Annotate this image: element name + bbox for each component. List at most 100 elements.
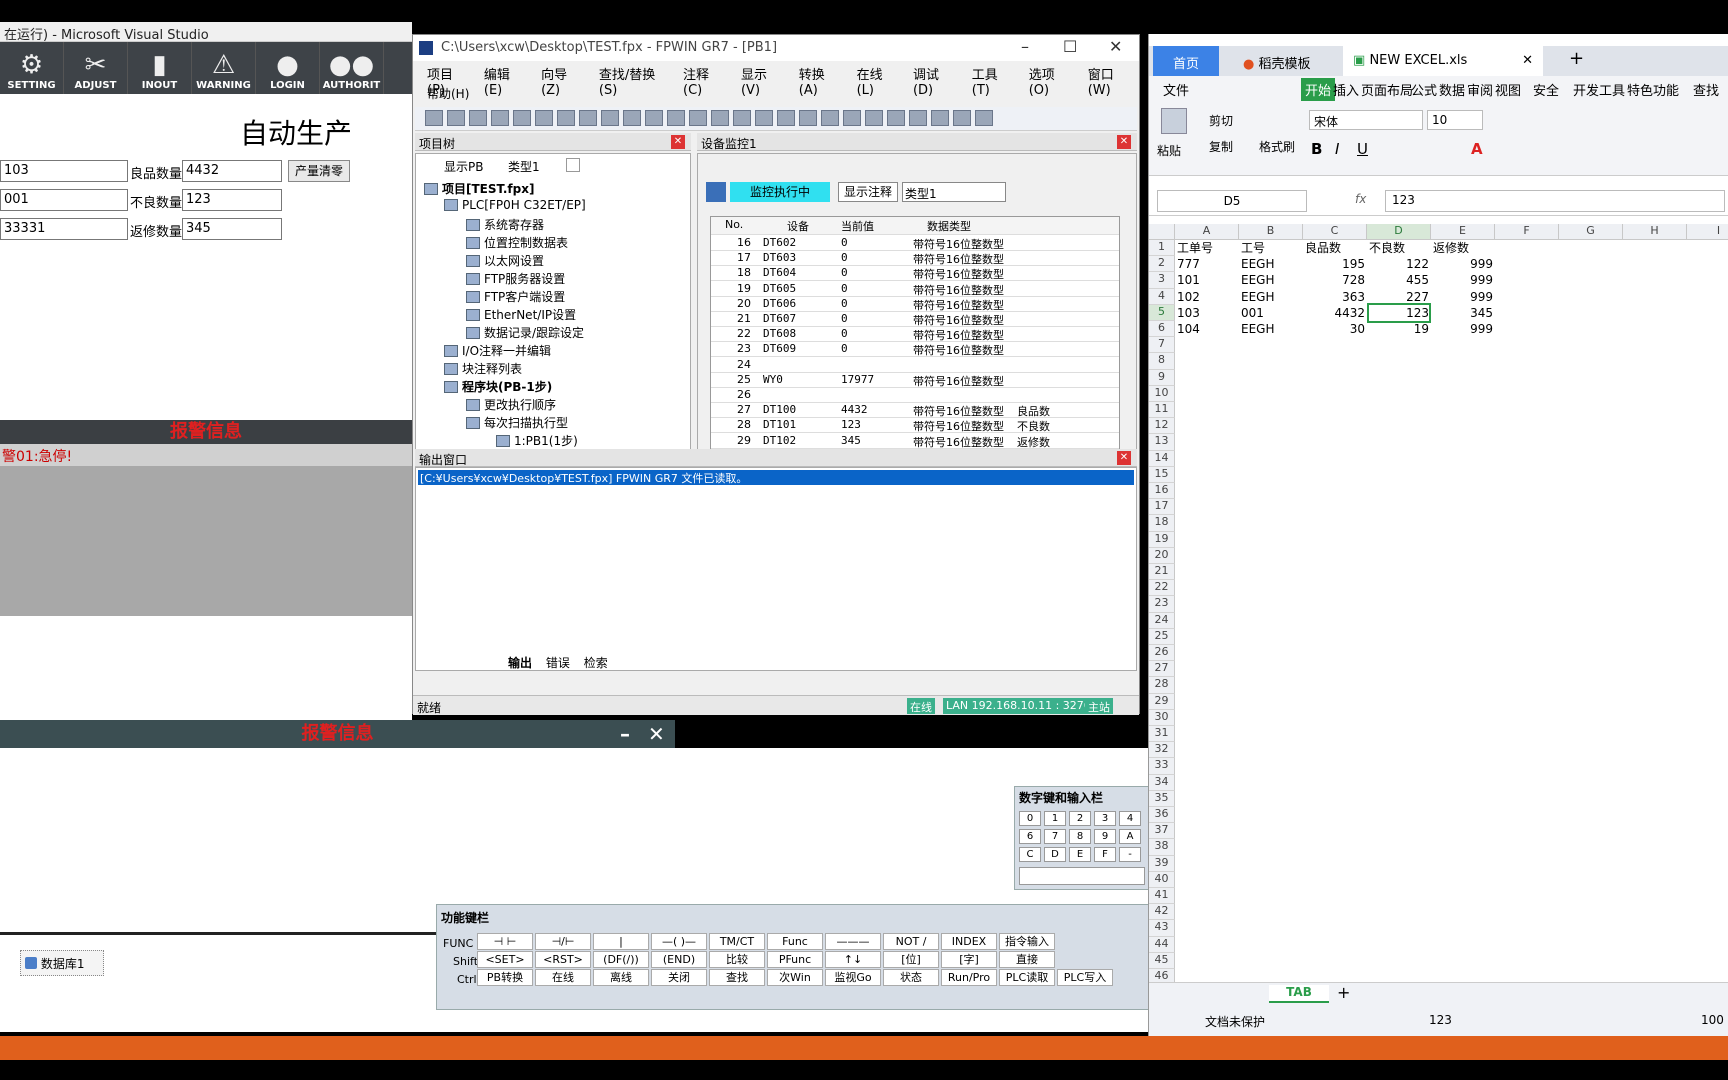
function-key-row2-3[interactable]: (END)	[651, 951, 707, 968]
minimize-icon[interactable]: –	[1021, 37, 1029, 56]
cell[interactable]: 102	[1177, 289, 1237, 305]
list-icon[interactable]	[711, 110, 729, 126]
row-header[interactable]: 41	[1149, 888, 1175, 905]
font-size-select[interactable]: 10	[1427, 110, 1483, 130]
cell[interactable]: 001	[1241, 305, 1301, 321]
worker-no-field[interactable]: 001	[0, 189, 128, 211]
cell[interactable]: 728	[1305, 272, 1365, 288]
key-3[interactable]: 3	[1094, 811, 1116, 826]
key-4[interactable]: 4	[1119, 811, 1141, 826]
cell[interactable]: 19	[1369, 321, 1429, 337]
tree-type[interactable]: 类型1	[508, 158, 540, 175]
cell[interactable]: 999	[1433, 321, 1493, 337]
redo-icon[interactable]	[535, 110, 553, 126]
row-header[interactable]: 10	[1149, 385, 1175, 402]
function-key-row3-10[interactable]: PLC写入	[1057, 969, 1113, 986]
dropdown-icon[interactable]	[975, 110, 993, 126]
bad-count-field[interactable]: 123	[182, 189, 282, 211]
function-key-row3-8[interactable]: Run/Pro	[941, 969, 997, 986]
row-header[interactable]: 35	[1149, 790, 1175, 807]
wrench-icon[interactable]	[909, 110, 927, 126]
function-key-row2-1[interactable]: <RST>	[535, 951, 591, 968]
maximize-icon[interactable]: ☐	[1063, 37, 1077, 56]
row-header[interactable]: 15	[1149, 466, 1175, 483]
database-component[interactable]: 数据库1	[20, 950, 104, 976]
menu-review[interactable]: 审阅	[1467, 80, 1493, 99]
menu-insert[interactable]: 插入	[1333, 80, 1359, 99]
cell[interactable]: 227	[1369, 289, 1429, 305]
close-icon[interactable]: ✕	[1117, 451, 1131, 465]
ladder-icon[interactable]	[777, 110, 795, 126]
monitor-row[interactable]: 28 DT101 123 带符号16位整数型 不良数	[711, 417, 1119, 434]
monitor-row[interactable]: 17 DT603 0 带符号16位整数型	[711, 250, 1119, 267]
function-key-row1-6[interactable]: ———	[825, 933, 881, 950]
key-e[interactable]: E	[1069, 847, 1091, 862]
close-icon[interactable]: ✕	[1522, 53, 1533, 68]
key-6[interactable]: 6	[1019, 829, 1041, 844]
row-header[interactable]: 24	[1149, 612, 1175, 629]
clear-output-button[interactable]: 产量清零	[288, 160, 350, 182]
row-header[interactable]: 31	[1149, 726, 1175, 743]
function-key-row1-2[interactable]: |	[593, 933, 649, 950]
key-c[interactable]: C	[1019, 847, 1041, 862]
key-8[interactable]: 8	[1069, 829, 1091, 844]
italic-icon[interactable]: I	[1335, 140, 1339, 158]
tree-item-exec-order[interactable]: 更改执行顺序	[466, 396, 556, 413]
numpad-input[interactable]	[1019, 867, 1145, 885]
run-icon[interactable]	[931, 110, 949, 126]
menu-features[interactable]: 特色功能	[1627, 80, 1679, 99]
menu-find[interactable]: 查找/替换(S)	[589, 61, 673, 98]
sheet-tab[interactable]: TAB	[1269, 985, 1329, 1003]
menu-comment[interactable]: 注释(C)	[673, 61, 731, 98]
key-minus[interactable]: -	[1119, 847, 1141, 862]
cut-icon[interactable]	[557, 110, 575, 126]
row-header[interactable]: 30	[1149, 709, 1175, 726]
row-header[interactable]: 40	[1149, 871, 1175, 888]
row-header[interactable]: 36	[1149, 807, 1175, 824]
cell[interactable]: 工号	[1241, 240, 1301, 256]
column-header[interactable]: E	[1431, 224, 1495, 240]
function-key-row1-1[interactable]: ⊣/⊢	[535, 933, 591, 950]
window-icon[interactable]	[953, 110, 971, 126]
tree-item-ethernet[interactable]: 以太网设置	[466, 252, 544, 269]
function-key-row1-5[interactable]: Func	[767, 933, 823, 950]
delete-block-icon[interactable]	[821, 110, 839, 126]
tree-item-plc[interactable]: PLC[FP0H C32ET/EP]	[444, 198, 586, 212]
tree-item-ftp-client[interactable]: FTP客户端设置	[466, 288, 565, 305]
grid-corner[interactable]	[1149, 224, 1175, 240]
monitor-row[interactable]: 27 DT100 4432 带符号16位整数型 良品数	[711, 402, 1119, 419]
function-key-row2-6[interactable]: ↑↓	[825, 951, 881, 968]
column-header[interactable]: H	[1623, 224, 1687, 240]
function-key-row3-6[interactable]: 监视Go	[825, 969, 881, 986]
menu-edit[interactable]: 编辑(E)	[474, 61, 531, 98]
tree-item-project[interactable]: 项目[TEST.fpx]	[424, 180, 534, 197]
tree-item-pb1[interactable]: 1:PB1(1步)	[496, 432, 578, 449]
menu-online[interactable]: 在线(L)	[847, 61, 903, 98]
column-header[interactable]: C	[1303, 224, 1367, 240]
cell[interactable]: 4432	[1305, 305, 1365, 321]
function-key-row3-9[interactable]: PLC读取	[999, 969, 1055, 986]
function-key-row2-4[interactable]: 比较	[709, 951, 765, 968]
row-header[interactable]: 26	[1149, 645, 1175, 662]
row-header[interactable]: 39	[1149, 855, 1175, 872]
function-key-row3-4[interactable]: 查找	[709, 969, 765, 986]
row-header[interactable]: 3	[1149, 272, 1175, 289]
tree-show-pb[interactable]: 显示PB	[444, 158, 483, 175]
tab-error[interactable]: 错误	[546, 656, 570, 670]
cut-button[interactable]: 剪切	[1209, 112, 1233, 129]
close-icon[interactable]: ✕	[1109, 37, 1122, 56]
key-0[interactable]: 0	[1019, 811, 1041, 826]
print-icon[interactable]	[491, 110, 509, 126]
key-f[interactable]: F	[1094, 847, 1116, 862]
font-color-icon[interactable]: A	[1471, 140, 1483, 158]
row-header[interactable]: 22	[1149, 580, 1175, 597]
tab-home[interactable]: 首页	[1153, 46, 1219, 76]
row-header[interactable]: 44	[1149, 936, 1175, 953]
tab-template[interactable]: ● 稻壳模板	[1233, 46, 1333, 76]
monitor-row[interactable]: 19 DT605 0 带符号16位整数型	[711, 281, 1119, 297]
add-sheet-icon[interactable]: +	[1337, 983, 1350, 1002]
monitor-running-button[interactable]: 监控执行中	[730, 182, 830, 202]
function-key-row1-3[interactable]: —( )—	[651, 933, 707, 950]
monitor-row[interactable]: 25 WY0 17977 带符号16位整数型	[711, 372, 1119, 388]
row-header[interactable]: 28	[1149, 677, 1175, 694]
